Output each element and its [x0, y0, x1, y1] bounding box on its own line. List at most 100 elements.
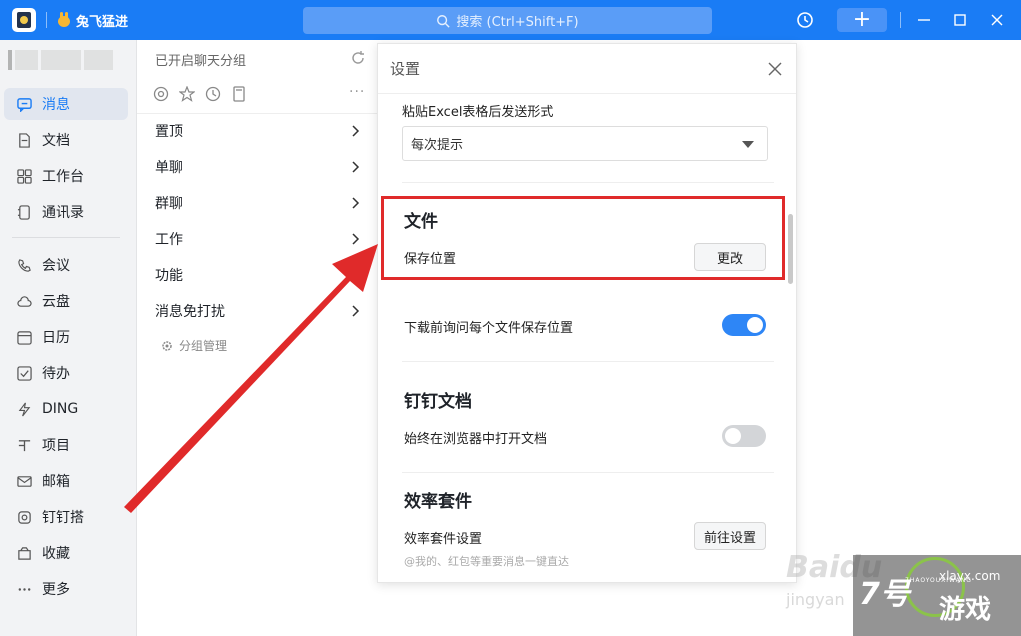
group-item-function[interactable]: 功能: [155, 265, 361, 285]
sidebar-item-label: 文档: [42, 133, 70, 149]
sidebar-item-meeting[interactable]: 会议: [4, 249, 128, 281]
excel-paste-select[interactable]: 每次提示: [402, 126, 768, 161]
chevron-right-icon: [352, 197, 360, 209]
section-divider: [402, 361, 774, 362]
sidebar-item-ding[interactable]: DING: [4, 393, 128, 425]
group-item-group[interactable]: 群聊: [155, 193, 361, 213]
toggle-knob: [725, 428, 741, 444]
sidebar-item-messages[interactable]: 消息: [4, 88, 128, 120]
goto-settings-button[interactable]: 前往设置: [694, 522, 766, 550]
sidebar: 消息 文档 工作台 通讯录 会议 云盘 日历 待办 DING 项目 邮箱 钉钉搭…: [0, 40, 137, 636]
search-icon: [437, 14, 451, 28]
badge-game: 游戏: [939, 595, 992, 625]
refresh-icon[interactable]: [350, 50, 366, 66]
document-icon[interactable]: [231, 86, 247, 102]
history-icon[interactable]: [794, 8, 816, 32]
close-window-button[interactable]: [985, 8, 1009, 32]
calendar-icon: [16, 329, 32, 345]
sidebar-item-label: 通讯录: [42, 205, 84, 221]
chat-groups-panel: 已开启聊天分组 ··· 置顶 单聊 群聊 工作 功能 消息免打扰 分组管理: [137, 40, 377, 636]
dialog-header-divider: [378, 93, 796, 94]
lightning-icon: [16, 401, 32, 417]
sidebar-item-build[interactable]: 钉钉搭: [4, 501, 128, 533]
sidebar-divider: [12, 237, 120, 238]
avatar[interactable]: [8, 50, 114, 72]
excel-paste-value: 每次提示: [411, 138, 464, 153]
org-name: 兔飞猛进: [76, 14, 129, 30]
sidebar-item-workbench[interactable]: 工作台: [4, 160, 128, 192]
org-switcher[interactable]: 兔飞猛进: [56, 10, 128, 30]
chevron-right-icon: [352, 305, 360, 317]
close-icon[interactable]: [768, 62, 782, 76]
app-logo[interactable]: [12, 8, 36, 32]
chat-icon: [16, 96, 32, 112]
group-item-single[interactable]: 单聊: [155, 157, 361, 177]
clock-icon[interactable]: [205, 86, 221, 102]
sidebar-item-more[interactable]: 更多: [4, 573, 128, 605]
group-item-label: 群聊: [155, 196, 183, 212]
group-item-label: 单聊: [155, 160, 183, 176]
dialog-title: 设置: [390, 60, 421, 78]
title-divider: [46, 12, 47, 28]
group-item-label: 消息免打扰: [155, 304, 225, 320]
mail-icon: [16, 473, 32, 489]
project-icon: [16, 437, 32, 453]
sidebar-item-label: 待办: [42, 366, 70, 382]
sidebar-item-contacts[interactable]: 通讯录: [4, 196, 128, 228]
group-item-label: 置顶: [155, 124, 183, 140]
minimize-icon: [918, 19, 930, 21]
sidebar-item-calendar[interactable]: 日历: [4, 321, 128, 353]
filter-row: [153, 86, 247, 102]
sidebar-item-mail[interactable]: 邮箱: [4, 465, 128, 497]
highlight-box: [381, 196, 785, 280]
build-icon: [16, 509, 32, 525]
efficiency-hint: @我的、红包等重要消息一键直达: [404, 555, 569, 568]
chevron-right-icon: [352, 233, 360, 245]
sidebar-item-label: 会议: [42, 258, 70, 274]
at-icon[interactable]: [153, 86, 169, 102]
todo-icon: [16, 365, 32, 381]
group-item-work[interactable]: 工作: [155, 229, 361, 249]
ask-location-toggle[interactable]: [722, 314, 766, 336]
section-divider: [402, 472, 774, 473]
sidebar-item-label: DING: [42, 401, 79, 417]
groups-divider: [137, 113, 377, 114]
group-manage-label: 分组管理: [179, 339, 228, 353]
jingyan-watermark: jingyan: [786, 590, 845, 609]
open-browser-toggle[interactable]: [722, 425, 766, 447]
group-manage-link[interactable]: 分组管理: [161, 337, 227, 354]
chevron-right-icon: [352, 125, 360, 137]
maximize-button[interactable]: [948, 8, 972, 32]
settings-dialog: 设置 粘贴Excel表格后发送形式 每次提示 文件 保存位置 更改 下载前询问每…: [377, 43, 797, 583]
sidebar-item-project[interactable]: 项目: [4, 429, 128, 461]
sidebar-item-favorites[interactable]: 收藏: [4, 537, 128, 569]
search-input[interactable]: 搜索 (Ctrl+Shift+F): [303, 7, 712, 34]
window-controls-divider: [900, 12, 901, 28]
sidebar-item-label: 工作台: [42, 169, 84, 185]
document-icon: [16, 132, 32, 148]
group-item-label: 工作: [155, 232, 183, 248]
cloud-icon: [16, 293, 32, 309]
contacts-icon: [16, 204, 32, 220]
badge-subtitle: 7HAOYOUXIWANG: [905, 577, 972, 584]
sidebar-item-todo[interactable]: 待办: [4, 357, 128, 389]
group-item-pinned[interactable]: 置顶: [155, 121, 361, 141]
sidebar-item-label: 更多: [42, 582, 70, 598]
sidebar-item-label: 邮箱: [42, 474, 70, 490]
gear-icon: [162, 340, 172, 351]
sidebar-item-docs[interactable]: 文档: [4, 124, 128, 156]
more-options-icon[interactable]: ···: [349, 84, 365, 100]
star-icon[interactable]: [179, 86, 195, 102]
dialog-scrollbar[interactable]: [788, 214, 793, 284]
ask-location-label: 下载前询问每个文件保存位置: [404, 321, 574, 336]
plus-icon: +: [852, 7, 872, 32]
sidebar-item-cloud[interactable]: 云盘: [4, 285, 128, 317]
group-item-dnd[interactable]: 消息免打扰: [155, 301, 361, 321]
section-divider: [402, 182, 774, 183]
efficiency-settings-label: 效率套件设置: [404, 532, 483, 547]
minimize-button[interactable]: [912, 8, 936, 32]
site-badge-watermark: 7号 xlayx.com 7HAOYOUXIWANG 游戏: [853, 555, 1021, 636]
more-icon: [16, 581, 32, 597]
group-item-label: 功能: [155, 268, 183, 284]
add-button[interactable]: +: [837, 8, 887, 32]
